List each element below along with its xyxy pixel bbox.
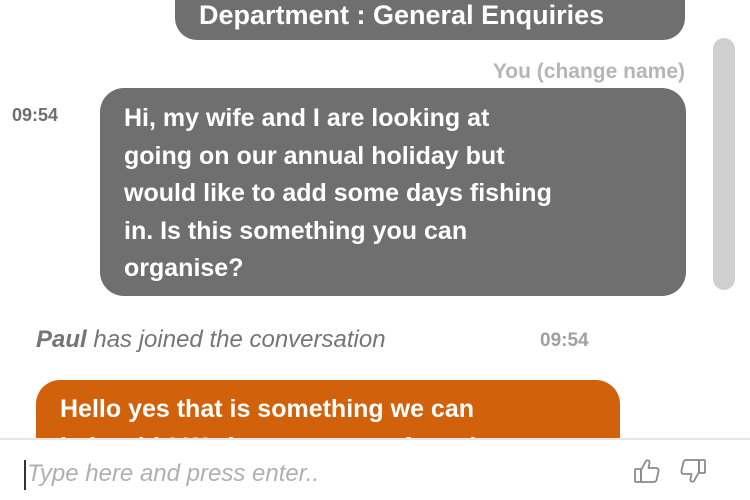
thumbs-up-icon[interactable] bbox=[632, 456, 662, 486]
change-name-link[interactable]: (change name) bbox=[537, 60, 685, 83]
message-line: help with! We have a range of exotic loc… bbox=[60, 428, 598, 438]
composer-bar bbox=[0, 438, 750, 500]
sender-label: You (change name) bbox=[493, 60, 685, 84]
system-join-notice: Paul has joined the conversation bbox=[36, 326, 386, 354]
scrollbar-thumb[interactable] bbox=[713, 38, 735, 290]
message-line: Hello yes that is something we can bbox=[60, 395, 475, 423]
agent-name: Paul bbox=[36, 326, 87, 353]
text-caret bbox=[24, 460, 26, 490]
chat-transcript[interactable]: Department : General Enquiries You (chan… bbox=[0, 0, 750, 438]
department-banner: Department : General Enquiries bbox=[175, 0, 685, 40]
message-line: organise? bbox=[124, 254, 244, 282]
message-line: would like to add some days fishing bbox=[124, 179, 552, 207]
agent-message-bubble: Hello yes that is something we can help … bbox=[36, 380, 620, 438]
message-line: Hi, my wife and I are looking at bbox=[124, 104, 490, 132]
message-line: going on our annual holiday but bbox=[124, 141, 505, 170]
message-input[interactable] bbox=[27, 452, 597, 496]
message-line: in. Is this something you can bbox=[124, 216, 468, 245]
sender-name: You bbox=[492, 60, 531, 83]
message-timestamp: 09:54 bbox=[12, 105, 59, 125]
join-event-text: has joined the conversation bbox=[93, 326, 386, 353]
thumbs-down-icon[interactable] bbox=[678, 456, 708, 486]
user-message-bubble: Hi, my wife and I are looking at going o… bbox=[100, 88, 686, 296]
system-timestamp: 09:54 bbox=[540, 330, 589, 351]
